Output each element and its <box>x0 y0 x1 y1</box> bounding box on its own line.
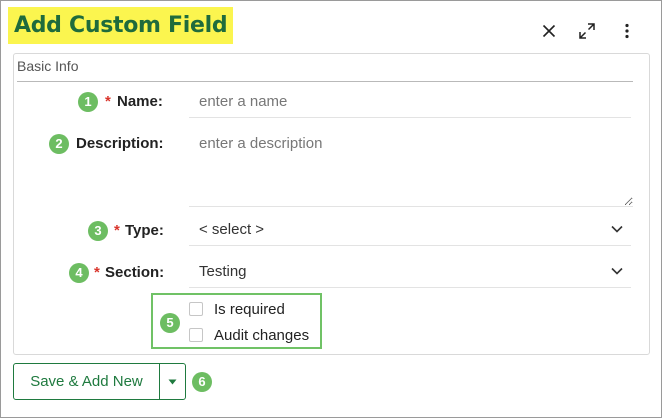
section-label: Section: <box>105 264 165 281</box>
step-badge-3: 3 <box>88 221 108 241</box>
save-add-new-split-button: Save & Add New <box>13 363 186 400</box>
audit-changes-checkbox[interactable] <box>189 328 203 342</box>
is-required-checkbox[interactable] <box>189 302 203 316</box>
required-asterisk: * <box>94 264 100 281</box>
expand-icon <box>579 23 595 39</box>
section-select-value: Testing <box>199 263 247 280</box>
audit-changes-label: Audit changes <box>214 326 310 344</box>
dialog-title: Add Custom Field <box>8 7 234 44</box>
close-icon <box>542 24 556 38</box>
more-options-button[interactable] <box>616 20 638 42</box>
section-divider <box>17 81 633 82</box>
close-button[interactable] <box>538 20 560 42</box>
chevron-down-icon <box>611 267 623 275</box>
name-label: Name: <box>117 93 163 110</box>
save-add-new-button[interactable]: Save & Add New <box>14 364 159 399</box>
step-badge-6: 6 <box>192 372 212 392</box>
is-required-label: Is required <box>214 300 285 318</box>
name-input[interactable] <box>189 86 631 118</box>
section-select[interactable]: Testing <box>189 257 631 288</box>
expand-button[interactable] <box>576 20 598 42</box>
description-label: Description: <box>76 135 164 152</box>
type-select-value: < select > <box>199 221 265 238</box>
save-options-dropdown-button[interactable] <box>160 364 185 399</box>
field-options-group: 5 Is required Audit changes <box>151 293 322 349</box>
description-textarea[interactable] <box>189 127 633 207</box>
more-vertical-icon <box>625 23 629 39</box>
step-badge-2: 2 <box>49 134 69 154</box>
caret-down-icon <box>168 379 177 384</box>
required-asterisk: * <box>105 93 111 110</box>
dialog-frame: Add Custom Field Basic Info 1 * Name: 2 … <box>0 0 662 418</box>
step-badge-1: 1 <box>78 92 98 112</box>
step-badge-4: 4 <box>69 263 89 283</box>
type-label: Type: <box>125 222 164 239</box>
is-required-option[interactable]: Is required <box>189 299 285 319</box>
type-select[interactable]: < select > <box>189 215 631 246</box>
step-badge-5: 5 <box>160 313 180 333</box>
audit-changes-option[interactable]: Audit changes <box>189 325 309 345</box>
section-title: Basic Info <box>17 58 79 74</box>
chevron-down-icon <box>611 225 623 233</box>
required-asterisk: * <box>114 222 120 239</box>
